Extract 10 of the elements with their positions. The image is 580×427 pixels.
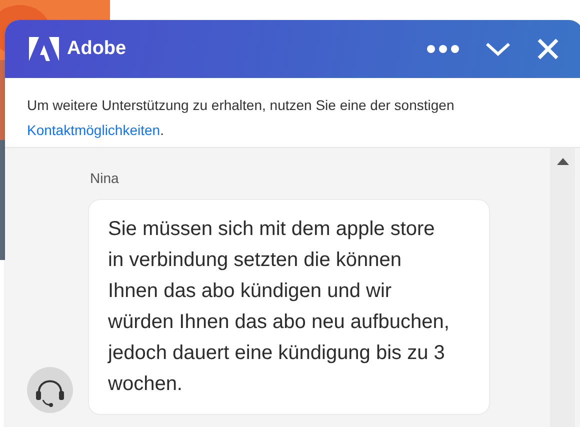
notice-text: Um weitere Unterstützung zu erhalten, nutzen Sie eine der sonstigen	[27, 97, 454, 113]
logo-icon	[29, 37, 59, 61]
contact-link[interactable]: Kontaktmöglichkeiten	[27, 122, 160, 138]
scroll-up-icon[interactable]	[556, 158, 568, 165]
message-bubble: Sie müssen sich mit dem apple store in verbindung setzten die können Ihnen das abo kündigen und wir würden Ihnen das abo neu aufbuchen, jedoch dauert eine kündigung bis zu 3 wochen.	[88, 199, 490, 415]
brand-name: Adobe	[67, 36, 126, 61]
sender-name: Nina	[90, 169, 120, 188]
notice-period: .	[160, 122, 164, 138]
agent-avatar-icon	[27, 367, 73, 413]
scrollbar[interactable]	[550, 148, 575, 427]
